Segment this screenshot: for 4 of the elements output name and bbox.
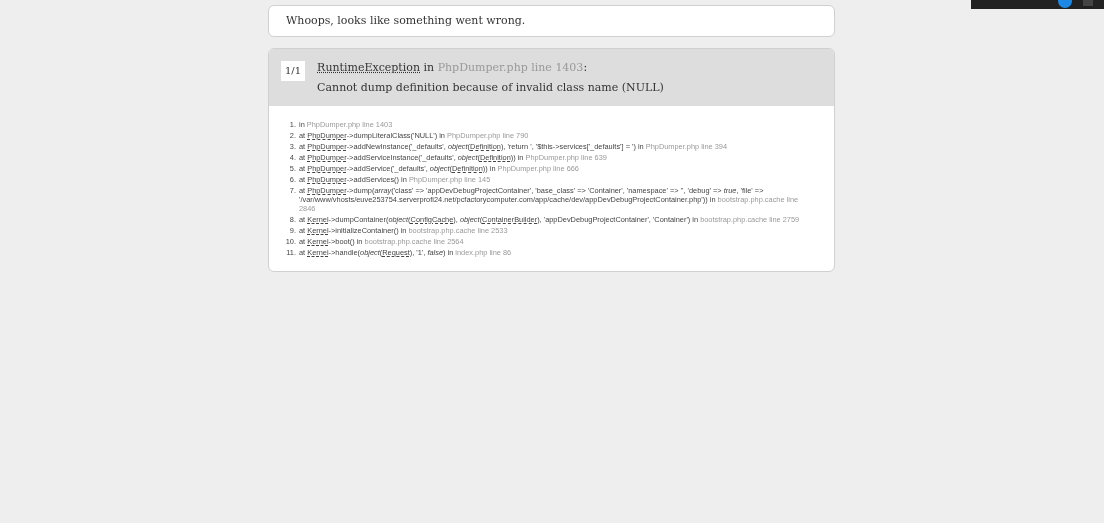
exception-title: RuntimeException in PhpDumper.php line 1403:	[317, 60, 589, 76]
error-message: Whoops, looks like something went wrong.	[286, 14, 526, 27]
exception-counter: 1/1	[281, 61, 306, 81]
exception-message: Cannot dump definition because of invalid class name (NULL)	[317, 80, 664, 96]
